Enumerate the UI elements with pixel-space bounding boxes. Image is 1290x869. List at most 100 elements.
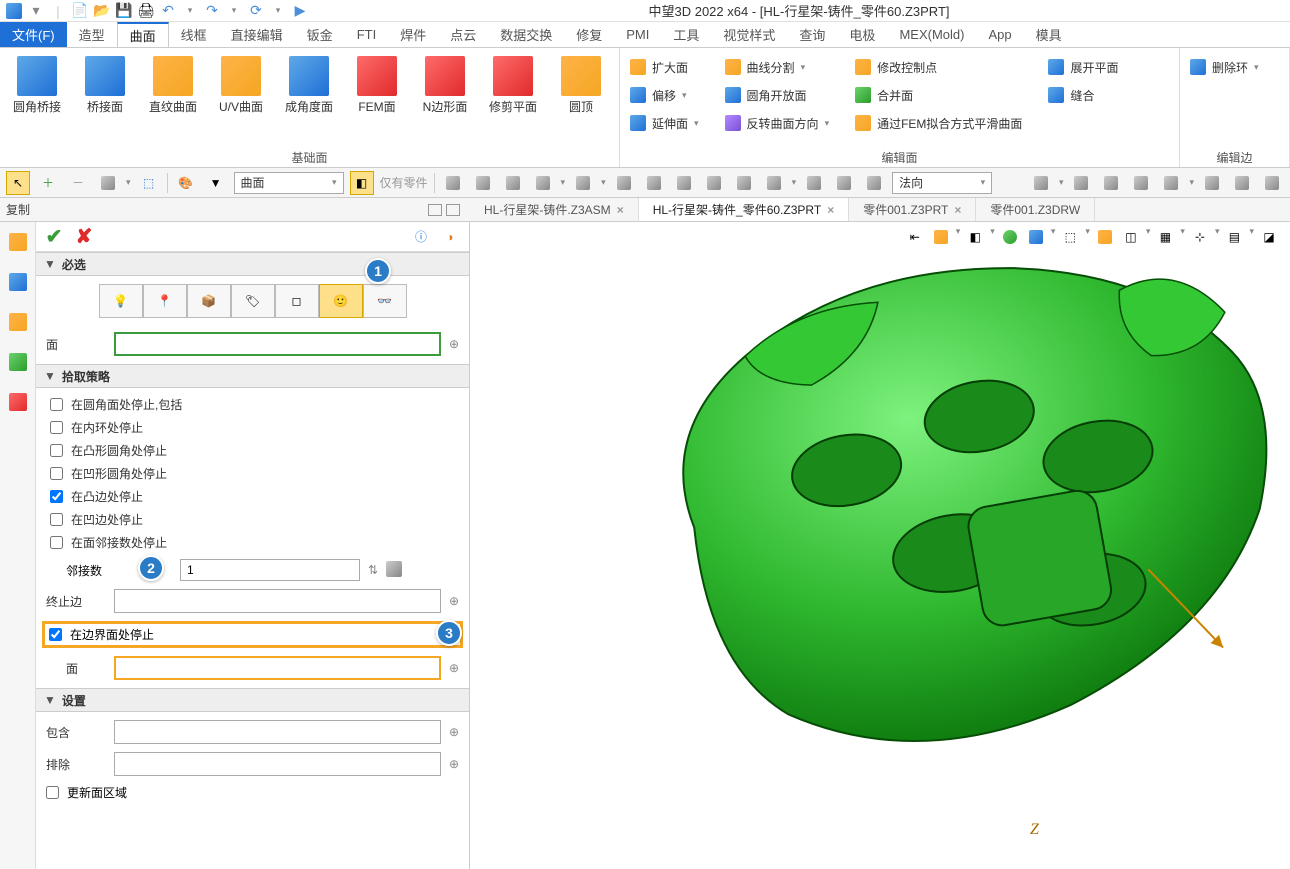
btn-reverse-dir[interactable]: 反转曲面方向▾ <box>721 112 834 134</box>
rail-user-icon[interactable] <box>6 390 30 414</box>
section-required[interactable]: ▼必选 <box>36 252 469 276</box>
open-file-icon[interactable]: 📂 <box>94 3 110 19</box>
doc-tab-2[interactable]: 零件001.Z3PRT× <box>849 198 976 221</box>
tb-right-dd-1[interactable]: ▾ <box>1059 177 1064 188</box>
filter-glasses-icon[interactable]: 👓 <box>363 284 407 318</box>
tab-sheetmetal[interactable]: 钣金 <box>295 22 345 47</box>
remove-sel-icon[interactable]: － <box>66 171 90 195</box>
face-input[interactable] <box>114 332 441 356</box>
tb-ic-12[interactable] <box>802 171 826 195</box>
btn-trim-plane[interactable]: 修剪平面 <box>482 52 544 115</box>
tb-dd-5[interactable]: ▾ <box>601 177 606 188</box>
tab-fti[interactable]: FTI <box>345 22 389 47</box>
filter-tag-icon[interactable]: 🏷 <box>231 284 275 318</box>
check-boundary-face[interactable]: 在边界面处停止 <box>49 626 456 643</box>
check-concave-edge[interactable]: 在凹边处停止 <box>50 511 459 528</box>
play-icon[interactable]: ▶ <box>292 3 308 19</box>
tab-weldment[interactable]: 焊件 <box>388 22 438 47</box>
sel-mode-icon[interactable] <box>96 171 120 195</box>
check-fillet-face[interactable]: 在圆角面处停止,包括 <box>50 396 459 413</box>
tb-right-3[interactable] <box>1099 171 1123 195</box>
btn-delete-loop[interactable]: 删除环▾ <box>1186 56 1283 78</box>
tab-shape[interactable]: 造型 <box>67 22 117 47</box>
doc-tab-0[interactable]: HL-行星架-铸件.Z3ASM× <box>470 198 639 221</box>
tab-query[interactable]: 查询 <box>787 22 837 47</box>
tab-pointcloud[interactable]: 点云 <box>438 22 488 47</box>
panel-pin-icon[interactable] <box>446 204 460 216</box>
tb-ic-4[interactable] <box>531 171 555 195</box>
rail-part-icon[interactable] <box>6 310 30 334</box>
btn-unfold[interactable]: 展开平面 <box>1044 56 1122 78</box>
tab-exchange[interactable]: 数据交换 <box>488 22 564 47</box>
tb-right-8[interactable] <box>1260 171 1284 195</box>
tab-tools[interactable]: 工具 <box>661 22 711 47</box>
close-tab-icon[interactable]: × <box>617 203 624 217</box>
tb-ic-13[interactable] <box>832 171 856 195</box>
check-convex-edge[interactable]: 在凸边处停止 <box>50 488 459 505</box>
tb-ic-7[interactable] <box>642 171 666 195</box>
close-tab-icon[interactable]: × <box>827 203 834 217</box>
btn-fem-face[interactable]: FEM面 <box>346 52 408 115</box>
doc-tab-1[interactable]: HL-行星架-铸件_零件60.Z3PRT× <box>639 198 850 221</box>
cancel-icon[interactable]: ✘ <box>72 225 96 249</box>
tb-dd-4[interactable]: ▾ <box>561 177 566 188</box>
tb-dd-11[interactable]: ▾ <box>792 177 797 188</box>
exclude-input[interactable] <box>114 752 441 776</box>
tb-ic-11[interactable] <box>762 171 786 195</box>
spinner-up-down-icon[interactable]: ⇅ <box>368 563 378 577</box>
btn-n-face[interactable]: N边形面 <box>414 52 476 115</box>
tab-mex[interactable]: MEX(Mold) <box>887 22 976 47</box>
sel-filter-icon[interactable]: ⬚ <box>137 171 161 195</box>
section-settings[interactable]: ▼设置 <box>36 688 469 712</box>
btn-merge-face[interactable]: 合并面 <box>851 84 1026 106</box>
refresh-icon[interactable]: ⟳ <box>248 3 264 19</box>
include-input[interactable] <box>114 720 441 744</box>
include-expand-icon[interactable]: ⊕ <box>449 725 459 739</box>
tab-direct-edit[interactable]: 直接编辑 <box>219 22 295 47</box>
redo-icon[interactable]: ↷ <box>204 3 220 19</box>
normal-combo[interactable]: 法向▾ <box>892 172 992 194</box>
filter-pin-icon[interactable]: 📍 <box>143 284 187 318</box>
save-icon[interactable]: 💾 <box>116 3 132 19</box>
tab-pmi[interactable]: PMI <box>614 22 661 47</box>
tb-ic-3[interactable] <box>501 171 525 195</box>
tb-right-6[interactable] <box>1200 171 1224 195</box>
rail-tree-icon[interactable] <box>6 270 30 294</box>
tab-app[interactable]: App <box>976 22 1023 47</box>
filter-box-icon[interactable]: 📦 <box>187 284 231 318</box>
expand-icon[interactable]: ◗ <box>439 225 463 249</box>
adjacency-pick-icon[interactable] <box>386 561 402 580</box>
close-tab-icon[interactable]: × <box>954 203 961 217</box>
print-icon[interactable]: 🖨 <box>138 3 154 19</box>
panel-dock-icon[interactable] <box>428 204 442 216</box>
rail-image-icon[interactable] <box>6 350 30 374</box>
btn-edit-ctrlpt[interactable]: 修改控制点 <box>851 56 1026 78</box>
btn-extend[interactable]: 延伸面▾ <box>626 112 703 134</box>
tb-right-1[interactable] <box>1029 171 1053 195</box>
btn-enlarge[interactable]: 扩大面 <box>626 56 703 78</box>
btn-angle-face[interactable]: 成角度面 <box>278 52 340 115</box>
info-icon[interactable]: ⓘ <box>409 225 433 249</box>
tb-ic-1[interactable] <box>441 171 465 195</box>
tab-file[interactable]: 文件(F) <box>0 22 67 47</box>
tb-ic-10[interactable] <box>732 171 756 195</box>
check-concave-fillet[interactable]: 在凹形圆角处停止 <box>50 465 459 482</box>
check-inner-loop[interactable]: 在内环处停止 <box>50 419 459 436</box>
tab-surface[interactable]: 曲面 <box>117 22 169 47</box>
btn-uv-surf[interactable]: U/V曲面 <box>210 52 272 115</box>
boundary-face-input[interactable] <box>114 656 441 680</box>
doc-tab-3[interactable]: 零件001.Z3DRW <box>976 198 1095 221</box>
tb-ic-8[interactable] <box>672 171 696 195</box>
tb-ic-14[interactable] <box>862 171 886 195</box>
tb-right-4[interactable] <box>1129 171 1153 195</box>
palette-icon[interactable]: 🎨 <box>174 171 198 195</box>
tb-right-dd-5[interactable]: ▾ <box>1189 177 1194 188</box>
filter-face-icon[interactable]: 🙂 <box>319 284 363 318</box>
part-only-icon[interactable]: ◧ <box>350 171 374 195</box>
tb-right-7[interactable] <box>1230 171 1254 195</box>
btn-fillet-bridge[interactable]: 圆角桥接 <box>6 52 68 115</box>
stop-edge-expand-icon[interactable]: ⊕ <box>449 594 459 608</box>
filter-lightbulb-icon[interactable]: 💡 <box>99 284 143 318</box>
btn-curve-split[interactable]: 曲线分割▾ <box>721 56 834 78</box>
adjacency-spinner[interactable]: 1 <box>180 559 360 581</box>
